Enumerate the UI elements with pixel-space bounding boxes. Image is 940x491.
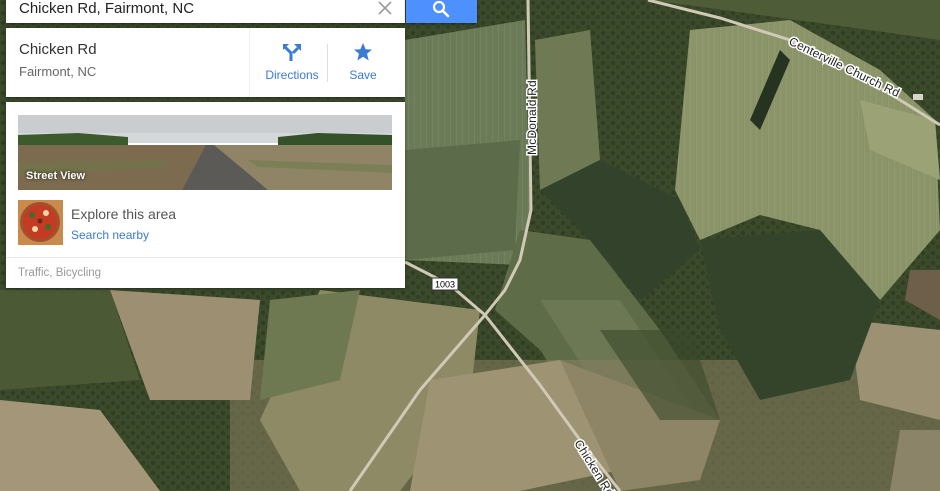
directions-button[interactable]: Directions bbox=[258, 28, 326, 97]
mcdonald-rd-label: McDonald Rd bbox=[525, 80, 539, 155]
place-title: Chicken Rd bbox=[19, 41, 97, 58]
layers-line[interactable]: Traffic, Bicycling bbox=[18, 267, 101, 279]
card-divider bbox=[249, 28, 250, 97]
place-subtitle: Fairmont, NC bbox=[19, 64, 97, 79]
directions-icon bbox=[283, 44, 301, 61]
directions-label: Directions bbox=[265, 68, 319, 82]
save-button[interactable]: Save bbox=[329, 28, 397, 97]
search-button[interactable] bbox=[406, 0, 477, 23]
star-icon bbox=[354, 43, 372, 61]
save-label: Save bbox=[349, 68, 377, 82]
search-nearby-link[interactable]: Search nearby bbox=[71, 228, 149, 242]
street-view-thumbnail[interactable]: Street View bbox=[18, 115, 392, 190]
route-1003-shield: 1003 bbox=[431, 277, 459, 291]
explore-divider bbox=[6, 257, 405, 258]
explore-card: Street View Explore this area Search nea… bbox=[6, 102, 405, 288]
search-icon bbox=[432, 0, 450, 18]
close-icon[interactable] bbox=[375, 0, 395, 18]
action-divider bbox=[327, 44, 328, 82]
explore-thumbnail[interactable] bbox=[18, 200, 63, 245]
search-input[interactable] bbox=[6, 0, 366, 23]
explore-title: Explore this area bbox=[71, 206, 177, 222]
svg-text:1003: 1003 bbox=[435, 280, 455, 290]
search-box bbox=[6, 0, 405, 23]
street-view-label: Street View bbox=[26, 170, 86, 182]
place-card: Chicken Rd Fairmont, NC Directions Save bbox=[6, 28, 405, 97]
